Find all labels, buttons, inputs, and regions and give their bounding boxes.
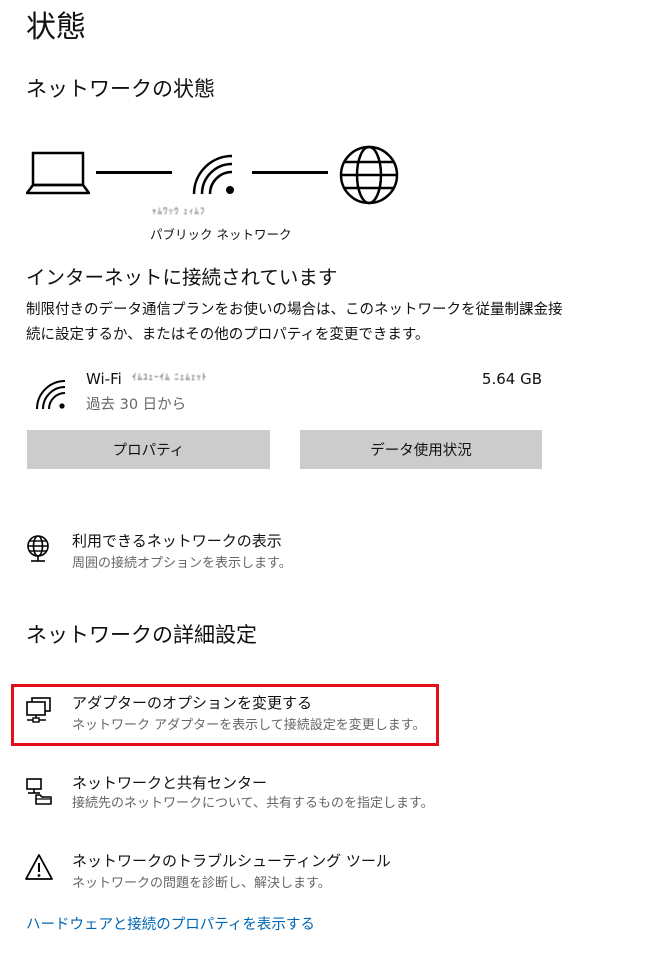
warning-icon xyxy=(25,854,53,880)
wifi-data-usage: 5.64 GB xyxy=(481,370,542,388)
wifi-icon xyxy=(192,154,234,195)
properties-button[interactable]: プロパティ xyxy=(27,430,270,469)
connection-status-description: 制限付きのデータ通信プランをお使いの場合は、このネットワークを従量制課金接続に設… xyxy=(26,302,563,343)
show-available-networks-item[interactable]: 利用できるネットワークの表示 周囲の接続オプションを表示します。 xyxy=(20,528,440,576)
network-diagram xyxy=(0,0,672,250)
network-sharing-center-item[interactable]: ネットワークと共有センター 接続先のネットワークについて、共有するものを指定しま… xyxy=(20,770,460,818)
laptop-icon xyxy=(26,151,90,195)
available-networks-desc: 周囲の接続オプションを表示します。 xyxy=(72,556,292,571)
sharing-center-desc: 接続先のネットワークについて、共有するものを指定します。 xyxy=(72,796,434,811)
wifi-ssid: ｲﾑﾕｪｰｲﾑ ﾆｪﾑｪｯﾄ xyxy=(132,373,208,383)
highlight-annotation-box xyxy=(11,684,439,746)
sharing-center-icon xyxy=(26,778,52,805)
wifi-label: Wi-Fi xyxy=(86,370,122,388)
page-title: 状態 xyxy=(26,10,86,45)
advanced-settings-heading: ネットワークの詳細設定 xyxy=(26,623,257,647)
hardware-connection-properties-link[interactable]: ハードウェアと接続のプロパティを表示する xyxy=(26,914,315,936)
connection-line-left xyxy=(96,171,172,174)
sharing-center-title: ネットワークと共有センター xyxy=(72,774,268,792)
network-type: パブリック ネットワーク xyxy=(150,227,292,242)
network-name: ｬﾑﾜｯｳ ｪｨﾑﾌ xyxy=(152,207,206,217)
globe-network-icon xyxy=(27,535,49,562)
network-troubleshooter-item[interactable]: ネットワークのトラブルシューティング ツール ネットワークの問題を診断し、解決し… xyxy=(20,848,460,896)
connection-line-right xyxy=(252,171,328,174)
wifi-period: 過去 30 日から xyxy=(86,397,187,413)
available-networks-title: 利用できるネットワークの表示 xyxy=(72,532,282,550)
network-status-heading: ネットワークの状態 xyxy=(26,77,215,101)
data-usage-button[interactable]: データ使用状況 xyxy=(300,430,542,469)
troubleshooter-desc: ネットワークの問題を診断し、解決します。 xyxy=(72,876,331,891)
globe-icon xyxy=(339,145,399,205)
troubleshooter-title: ネットワークのトラブルシューティング ツール xyxy=(72,852,391,870)
wifi-signal-icon xyxy=(36,380,66,410)
connection-status-title: インターネットに接続されています xyxy=(26,266,338,289)
